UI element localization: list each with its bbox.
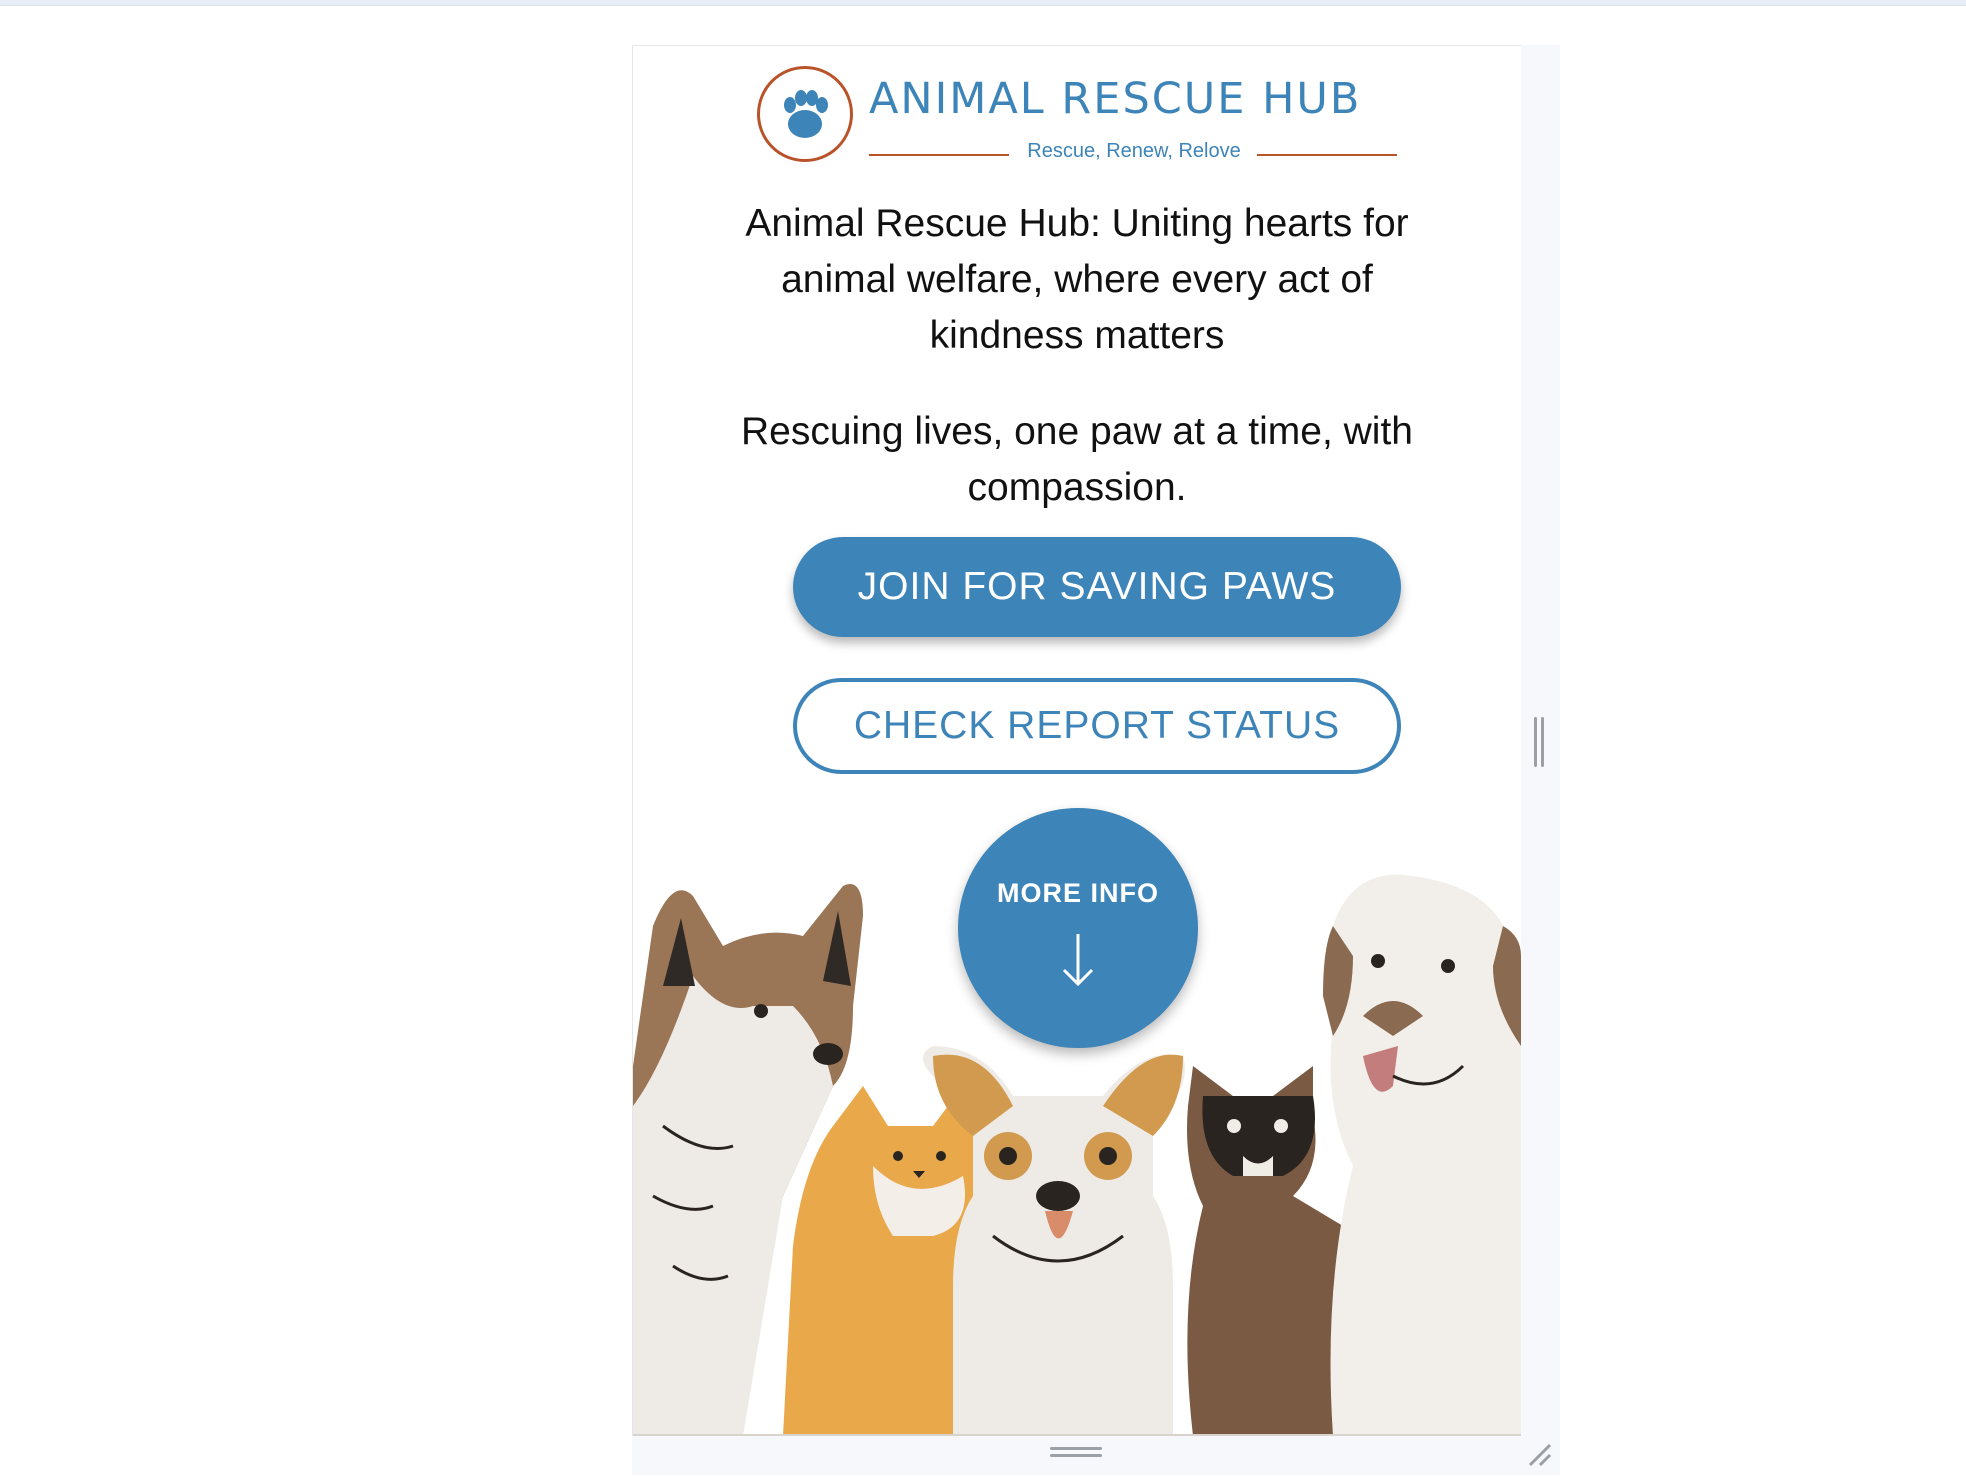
bottom-resize-handle[interactable] [1050,1447,1102,1461]
tagline-rule-right [1257,154,1397,156]
check-report-status-button[interactable]: CHECK REPORT STATUS [793,678,1401,774]
mobile-viewport: ANIMAL RESCUE HUB Rescue, Renew, Relove … [632,45,1521,1436]
siamese-cat [1187,1066,1348,1436]
brand-name: ANIMAL RESCUE HUB [869,74,1362,124]
right-resize-handle[interactable] [1534,717,1546,767]
hero-headline: Animal Rescue Hub: Uniting hearts for an… [745,202,1409,357]
corner-resize-handle[interactable] [1526,1441,1552,1467]
arrow-down-icon [1062,934,1094,987]
hero-subline: Rescuing lives, one paw at a time, with … [741,410,1413,509]
middle-dog [923,1046,1185,1436]
more-info-label: MORE INFO [997,878,1159,908]
paw-icon [784,90,828,138]
brand-logo[interactable]: ANIMAL RESCUE HUB Rescue, Renew, Relove [757,66,1397,170]
more-info-button[interactable]: MORE INFO [958,808,1198,1048]
join-button[interactable]: JOIN FOR SAVING PAWS [793,537,1401,637]
brand-tagline: Rescue, Renew, Relove [1027,140,1241,162]
right-dog [1323,874,1521,1436]
tagline-rule-left [869,154,1009,156]
logo-badge [757,66,853,162]
responsive-device-frame: ANIMAL RESCUE HUB Rescue, Renew, Relove … [632,45,1560,1475]
browser-top-edge [0,0,1966,6]
